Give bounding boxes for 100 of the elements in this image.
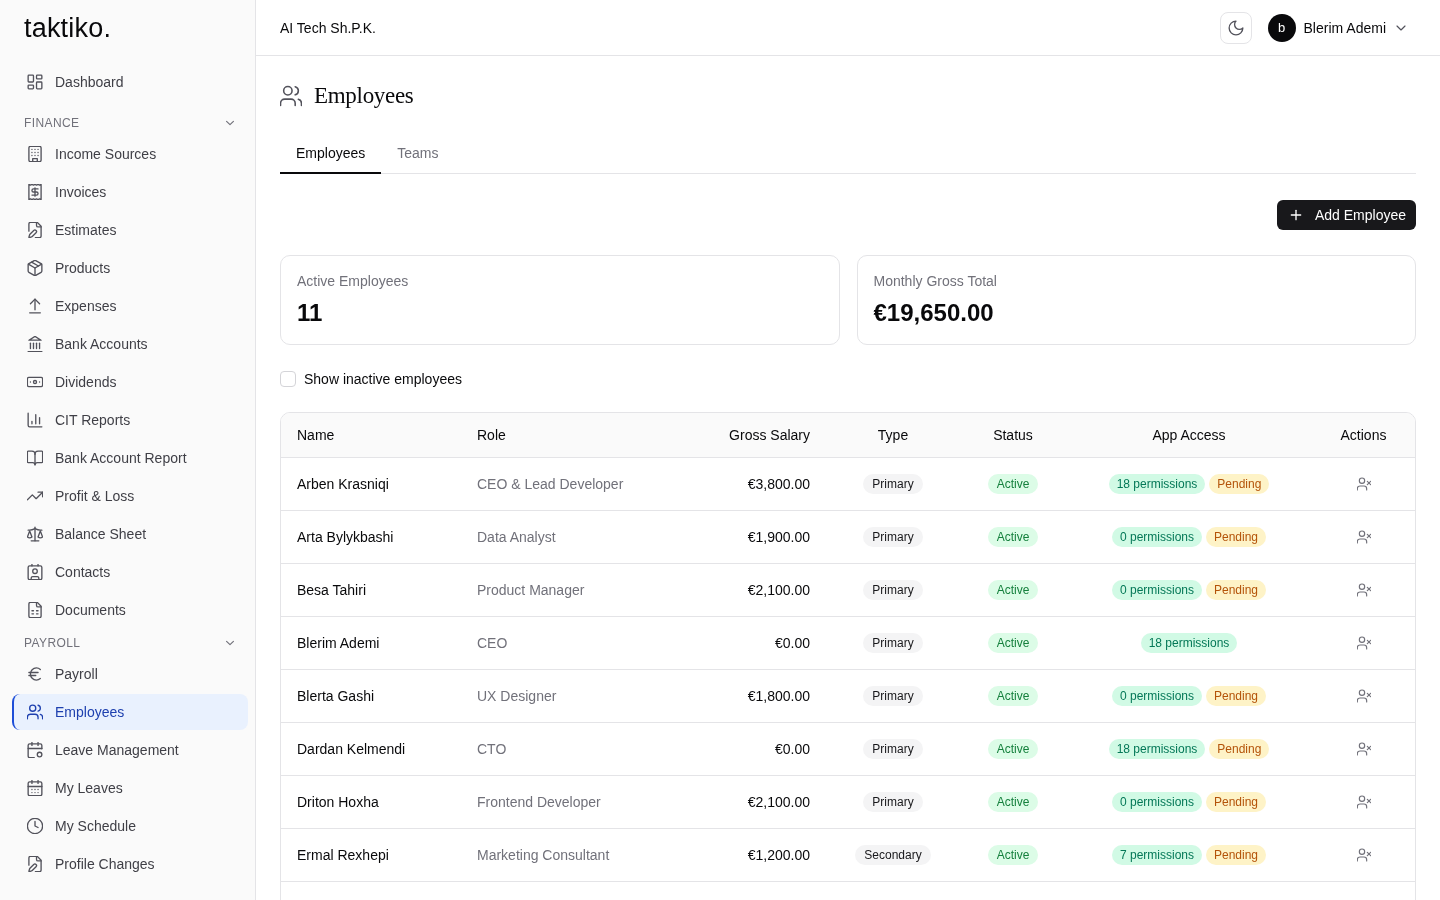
sidebar-item[interactable]: Contacts: [12, 554, 248, 590]
sidebar-item[interactable]: My Schedule: [12, 808, 248, 844]
sidebar-item[interactable]: My Leaves: [12, 770, 248, 806]
book-icon: [27, 450, 43, 466]
sidebar-item[interactable]: Bank Account Report: [12, 440, 248, 476]
table-cell-text: CTO: [476, 741, 508, 757]
sidebar-item[interactable]: Dividends: [12, 364, 248, 400]
sidebar-item[interactable]: Profile Changes: [12, 846, 248, 882]
status-badge: Active: [987, 633, 1039, 653]
table-cell-text: Frontend Developer: [476, 794, 602, 810]
bar-chart-icon: [27, 412, 43, 428]
page-title: Employees: [314, 83, 414, 109]
user-x-icon[interactable]: [1356, 742, 1371, 756]
table-cell-text: Ermal Rexhepi: [296, 847, 390, 863]
table-cell-text: €3,800.00: [746, 476, 811, 492]
pending-badge: Pending: [1209, 739, 1270, 759]
permissions-badge: 18 permissions: [1108, 474, 1206, 494]
user-x-icon[interactable]: [1356, 583, 1371, 597]
euro-icon: [27, 666, 43, 682]
user-x-icon[interactable]: [1356, 848, 1371, 862]
sidebar-item[interactable]: Balance Sheet: [12, 516, 248, 552]
section-header[interactable]: FINANCE: [12, 112, 248, 134]
permissions-badge: 0 permissions: [1111, 580, 1202, 600]
table-cell-text: €1,900.00: [746, 529, 811, 545]
sidebar-item[interactable]: Estimates: [12, 212, 248, 248]
table-cell-text: €0.00: [773, 635, 811, 651]
box-icon: [27, 260, 43, 276]
type-badge: Primary: [863, 474, 923, 494]
stat-label: Active Employees: [297, 272, 409, 291]
sidebar-item[interactable]: Dashboard: [12, 64, 248, 100]
permissions-badge: 7 permissions: [1111, 845, 1202, 865]
user-menu-button[interactable]: b Blerim Ademi: [1267, 13, 1416, 42]
stat-value: 11: [297, 298, 323, 328]
checkbox[interactable]: [280, 371, 296, 387]
status-badge: Active: [987, 792, 1039, 812]
sidebar-item[interactable]: Invoices: [12, 174, 248, 210]
sidebar-item[interactable]: Products: [12, 250, 248, 286]
table-cell-text: Arben Krasniqi: [296, 476, 390, 492]
sidebar-item[interactable]: Payroll: [12, 656, 248, 692]
table-cell-text: €0.00: [773, 741, 811, 757]
checkbox-label[interactable]: Show inactive employees: [304, 371, 462, 387]
add-employee-button[interactable]: Add Employee: [1276, 200, 1416, 230]
table-cell-text: €1,800.00: [746, 688, 811, 704]
status-badge: Active: [987, 580, 1039, 600]
type-badge: Primary: [863, 686, 923, 706]
status-badge: Active: [987, 739, 1039, 759]
sidebar-item[interactable]: Bank Accounts: [12, 326, 248, 362]
sidebar-item[interactable]: Leave Management: [12, 732, 248, 768]
table-cell-text: €2,100.00: [746, 794, 811, 810]
users-icon: [27, 704, 43, 720]
user-x-icon[interactable]: [1356, 636, 1371, 650]
stat-value: €19,650.00: [873, 298, 994, 328]
arrow-up-icon: [27, 298, 43, 314]
permissions-badge: 18 permissions: [1108, 739, 1206, 759]
column-header: Role: [476, 427, 507, 443]
user-x-icon[interactable]: [1356, 795, 1371, 809]
table-cell-text: UX Designer: [476, 688, 558, 704]
column-header: Gross Salary: [728, 427, 811, 443]
tab[interactable]: Teams: [381, 134, 455, 174]
type-badge: Primary: [863, 580, 923, 600]
calendar-icon: [27, 780, 43, 796]
sidebar-item[interactable]: Expenses: [12, 288, 248, 324]
status-badge: Active: [987, 845, 1039, 865]
scale-icon: [27, 526, 43, 542]
table-cell-text: Product Manager: [476, 582, 586, 598]
table-cell-text: Besa Tahiri: [296, 582, 367, 598]
dashboard-grid-icon: [27, 74, 43, 90]
users-icon: [280, 85, 302, 107]
sidebar-item[interactable]: Documents: [12, 592, 248, 628]
pending-badge: Pending: [1206, 686, 1267, 706]
sidebar-item[interactable]: CIT Reports: [12, 402, 248, 438]
table-cell-text: Dardan Kelmendi: [296, 741, 407, 757]
sidebar-item[interactable]: Employees: [12, 694, 248, 730]
file-pen-icon: [27, 856, 43, 872]
sidebar-item[interactable]: Profit & Loss: [12, 478, 248, 514]
pending-badge: Pending: [1206, 527, 1267, 547]
sidebar-item[interactable]: Income Sources: [12, 136, 248, 172]
user-x-icon[interactable]: [1356, 477, 1371, 491]
status-badge: Active: [987, 527, 1039, 547]
table-cell-text: Blerim Ademi: [296, 635, 381, 651]
table-cell-text: Driton Hoxha: [296, 794, 380, 810]
permissions-badge: 18 permissions: [1140, 633, 1238, 653]
user-x-icon[interactable]: [1356, 530, 1371, 544]
type-badge: Primary: [863, 792, 923, 812]
app-logo[interactable]: taktiko.: [24, 13, 112, 43]
table-cell-text: €2,100.00: [746, 582, 811, 598]
section-header[interactable]: PAYROLL: [12, 632, 248, 654]
user-x-icon[interactable]: [1356, 689, 1371, 703]
column-header: Name: [296, 427, 336, 443]
banknote-icon: [27, 374, 43, 390]
stat-label: Monthly Gross Total: [873, 272, 997, 291]
type-badge: Primary: [863, 739, 923, 759]
type-badge: Primary: [863, 633, 923, 653]
pending-badge: Pending: [1209, 474, 1270, 494]
table-cell-text: CEO & Lead Developer: [476, 476, 625, 492]
clock-icon: [27, 818, 43, 834]
theme-toggle-button[interactable]: [1219, 11, 1252, 44]
tab[interactable]: Employees: [280, 134, 382, 174]
table-cell-text: Marketing Consultant: [476, 847, 611, 863]
column-header: Actions: [1339, 427, 1388, 443]
